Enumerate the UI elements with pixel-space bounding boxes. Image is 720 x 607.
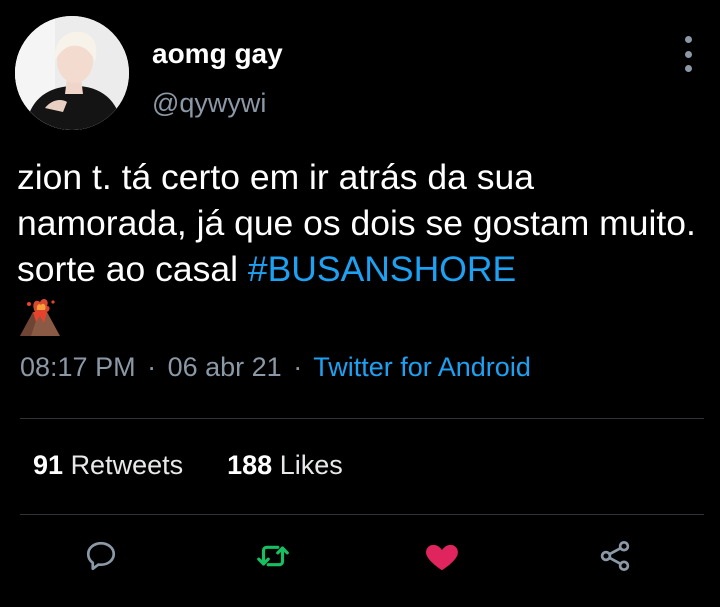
- likes-count: 188: [227, 450, 273, 480]
- reply-icon[interactable]: [81, 536, 121, 576]
- divider: [20, 418, 704, 419]
- more-dot: [684, 36, 692, 43]
- tweet-stats: 91 Retweets 188 Likes: [33, 450, 387, 481]
- tweet-time: 08:17 PM: [20, 352, 136, 382]
- volcano-emoji: [17, 292, 63, 338]
- likes-stat[interactable]: 188 Likes: [227, 450, 343, 481]
- avatar-image: [15, 16, 129, 130]
- retweets-label: Retweets: [70, 450, 184, 480]
- more-vertical-icon[interactable]: [676, 36, 700, 72]
- tweet-meta: 08:17 PM · 06 abr 21 · Twitter for Andro…: [20, 352, 531, 383]
- retweets-stat[interactable]: 91 Retweets: [33, 450, 183, 481]
- share-icon[interactable]: [595, 536, 635, 576]
- user-handle[interactable]: @qywywi: [152, 88, 266, 119]
- display-name[interactable]: aomg gay: [152, 38, 283, 70]
- likes-label: Likes: [279, 450, 343, 480]
- tweet-detail: aomg gay @qywywi zion t. tá certo em ir …: [0, 0, 720, 607]
- retweet-icon[interactable]: [253, 536, 293, 576]
- tweet-source-link[interactable]: Twitter for Android: [313, 352, 531, 382]
- meta-separator: ·: [147, 352, 157, 382]
- avatar[interactable]: [15, 16, 129, 130]
- more-dot: [684, 65, 692, 72]
- divider: [20, 514, 704, 515]
- heart-icon[interactable]: [422, 536, 462, 576]
- meta-separator: ·: [293, 352, 303, 382]
- retweets-count: 91: [33, 450, 64, 480]
- tweet-text: zion t. tá certo em ir atrás da sua namo…: [17, 154, 707, 292]
- more-dot: [684, 50, 692, 58]
- tweet-date: 06 abr 21: [167, 352, 282, 382]
- hashtag-link[interactable]: #BUSANSHORE: [248, 249, 516, 289]
